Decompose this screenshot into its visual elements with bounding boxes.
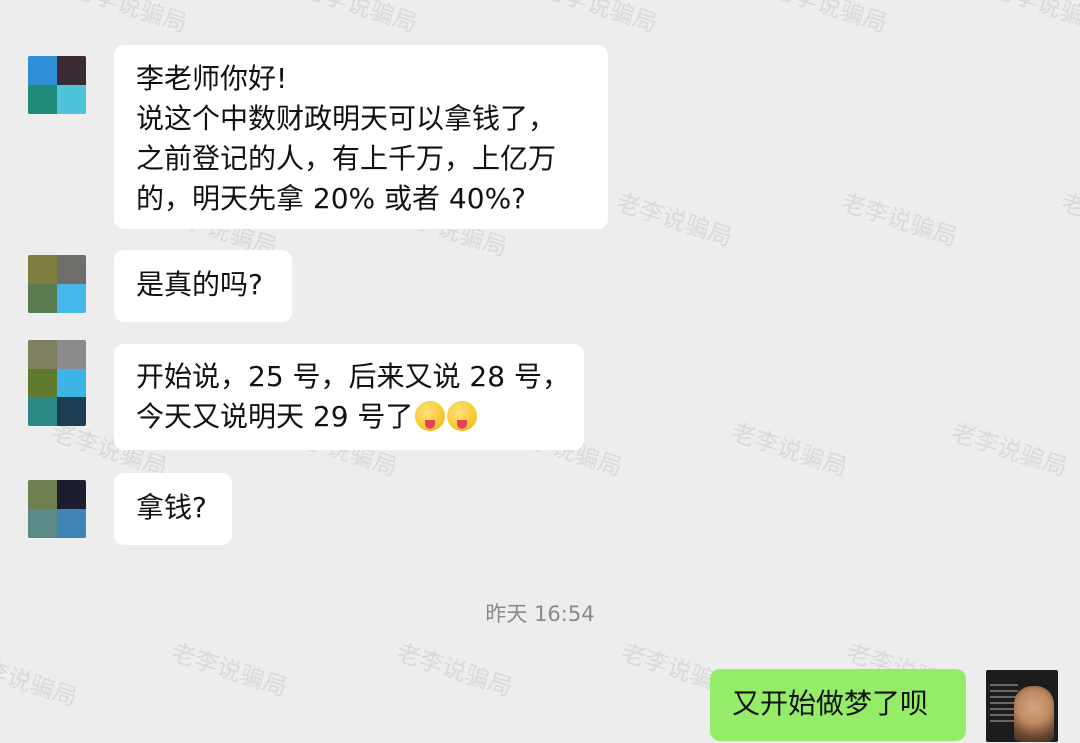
avatar-tile	[57, 255, 86, 284]
message-text: 开始说，25 号，后来又说 28 号，	[136, 360, 570, 393]
message-bubble[interactable]: 开始说，25 号，后来又说 28 号， 今天又说明天 29 号了	[114, 344, 584, 450]
avatar-tile	[28, 255, 57, 284]
avatar[interactable]	[28, 255, 86, 313]
avatar-tile	[57, 480, 86, 509]
message-bubble[interactable]: 拿钱?	[114, 473, 232, 545]
timestamp: 昨天 16:54	[485, 602, 595, 626]
avatar-tile	[57, 509, 86, 538]
avatar-portrait	[1014, 686, 1054, 742]
avatar-tile	[28, 397, 57, 426]
message-text: 李老师你好!	[136, 62, 288, 95]
avatar-tile	[28, 284, 57, 313]
avatar-tile	[28, 85, 57, 114]
message-text: 又开始做梦了呗	[732, 687, 929, 720]
avatar-tile	[57, 368, 86, 398]
avatar-tile	[28, 480, 57, 509]
message-text: 之前登记的人，有上千万，上亿万	[136, 142, 557, 175]
message-text: 是真的吗?	[136, 268, 263, 301]
avatar-tile	[57, 56, 86, 85]
winking-tongue-emoji	[447, 401, 478, 431]
avatar[interactable]	[28, 56, 86, 114]
avatar[interactable]	[28, 480, 86, 538]
winking-tongue-emoji	[415, 401, 446, 431]
avatar-tile	[28, 368, 57, 398]
avatar-tile	[28, 509, 57, 538]
message-bubble[interactable]: 李老师你好! 说这个中数财政明天可以拿钱了， 之前登记的人，有上千万，上亿万 的…	[114, 45, 608, 229]
avatar-tile	[28, 56, 57, 85]
message-bubble[interactable]: 是真的吗?	[114, 250, 292, 322]
avatar[interactable]	[28, 340, 86, 426]
self-avatar[interactable]	[986, 670, 1058, 742]
message-text: 的，明天先拿 20% 或者 40%?	[136, 182, 527, 215]
avatar-tile	[57, 284, 86, 313]
message-text: 说这个中数财政明天可以拿钱了，	[136, 102, 557, 135]
outgoing-message-bubble[interactable]: 又开始做梦了呗	[710, 669, 966, 741]
message-text: 拿钱?	[136, 491, 207, 524]
message-text: 今天又说明天 29 号了	[136, 397, 562, 437]
avatar-tile	[28, 340, 57, 369]
avatar-tile	[57, 340, 86, 369]
avatar-tile	[57, 397, 86, 426]
avatar-tile	[57, 85, 86, 114]
